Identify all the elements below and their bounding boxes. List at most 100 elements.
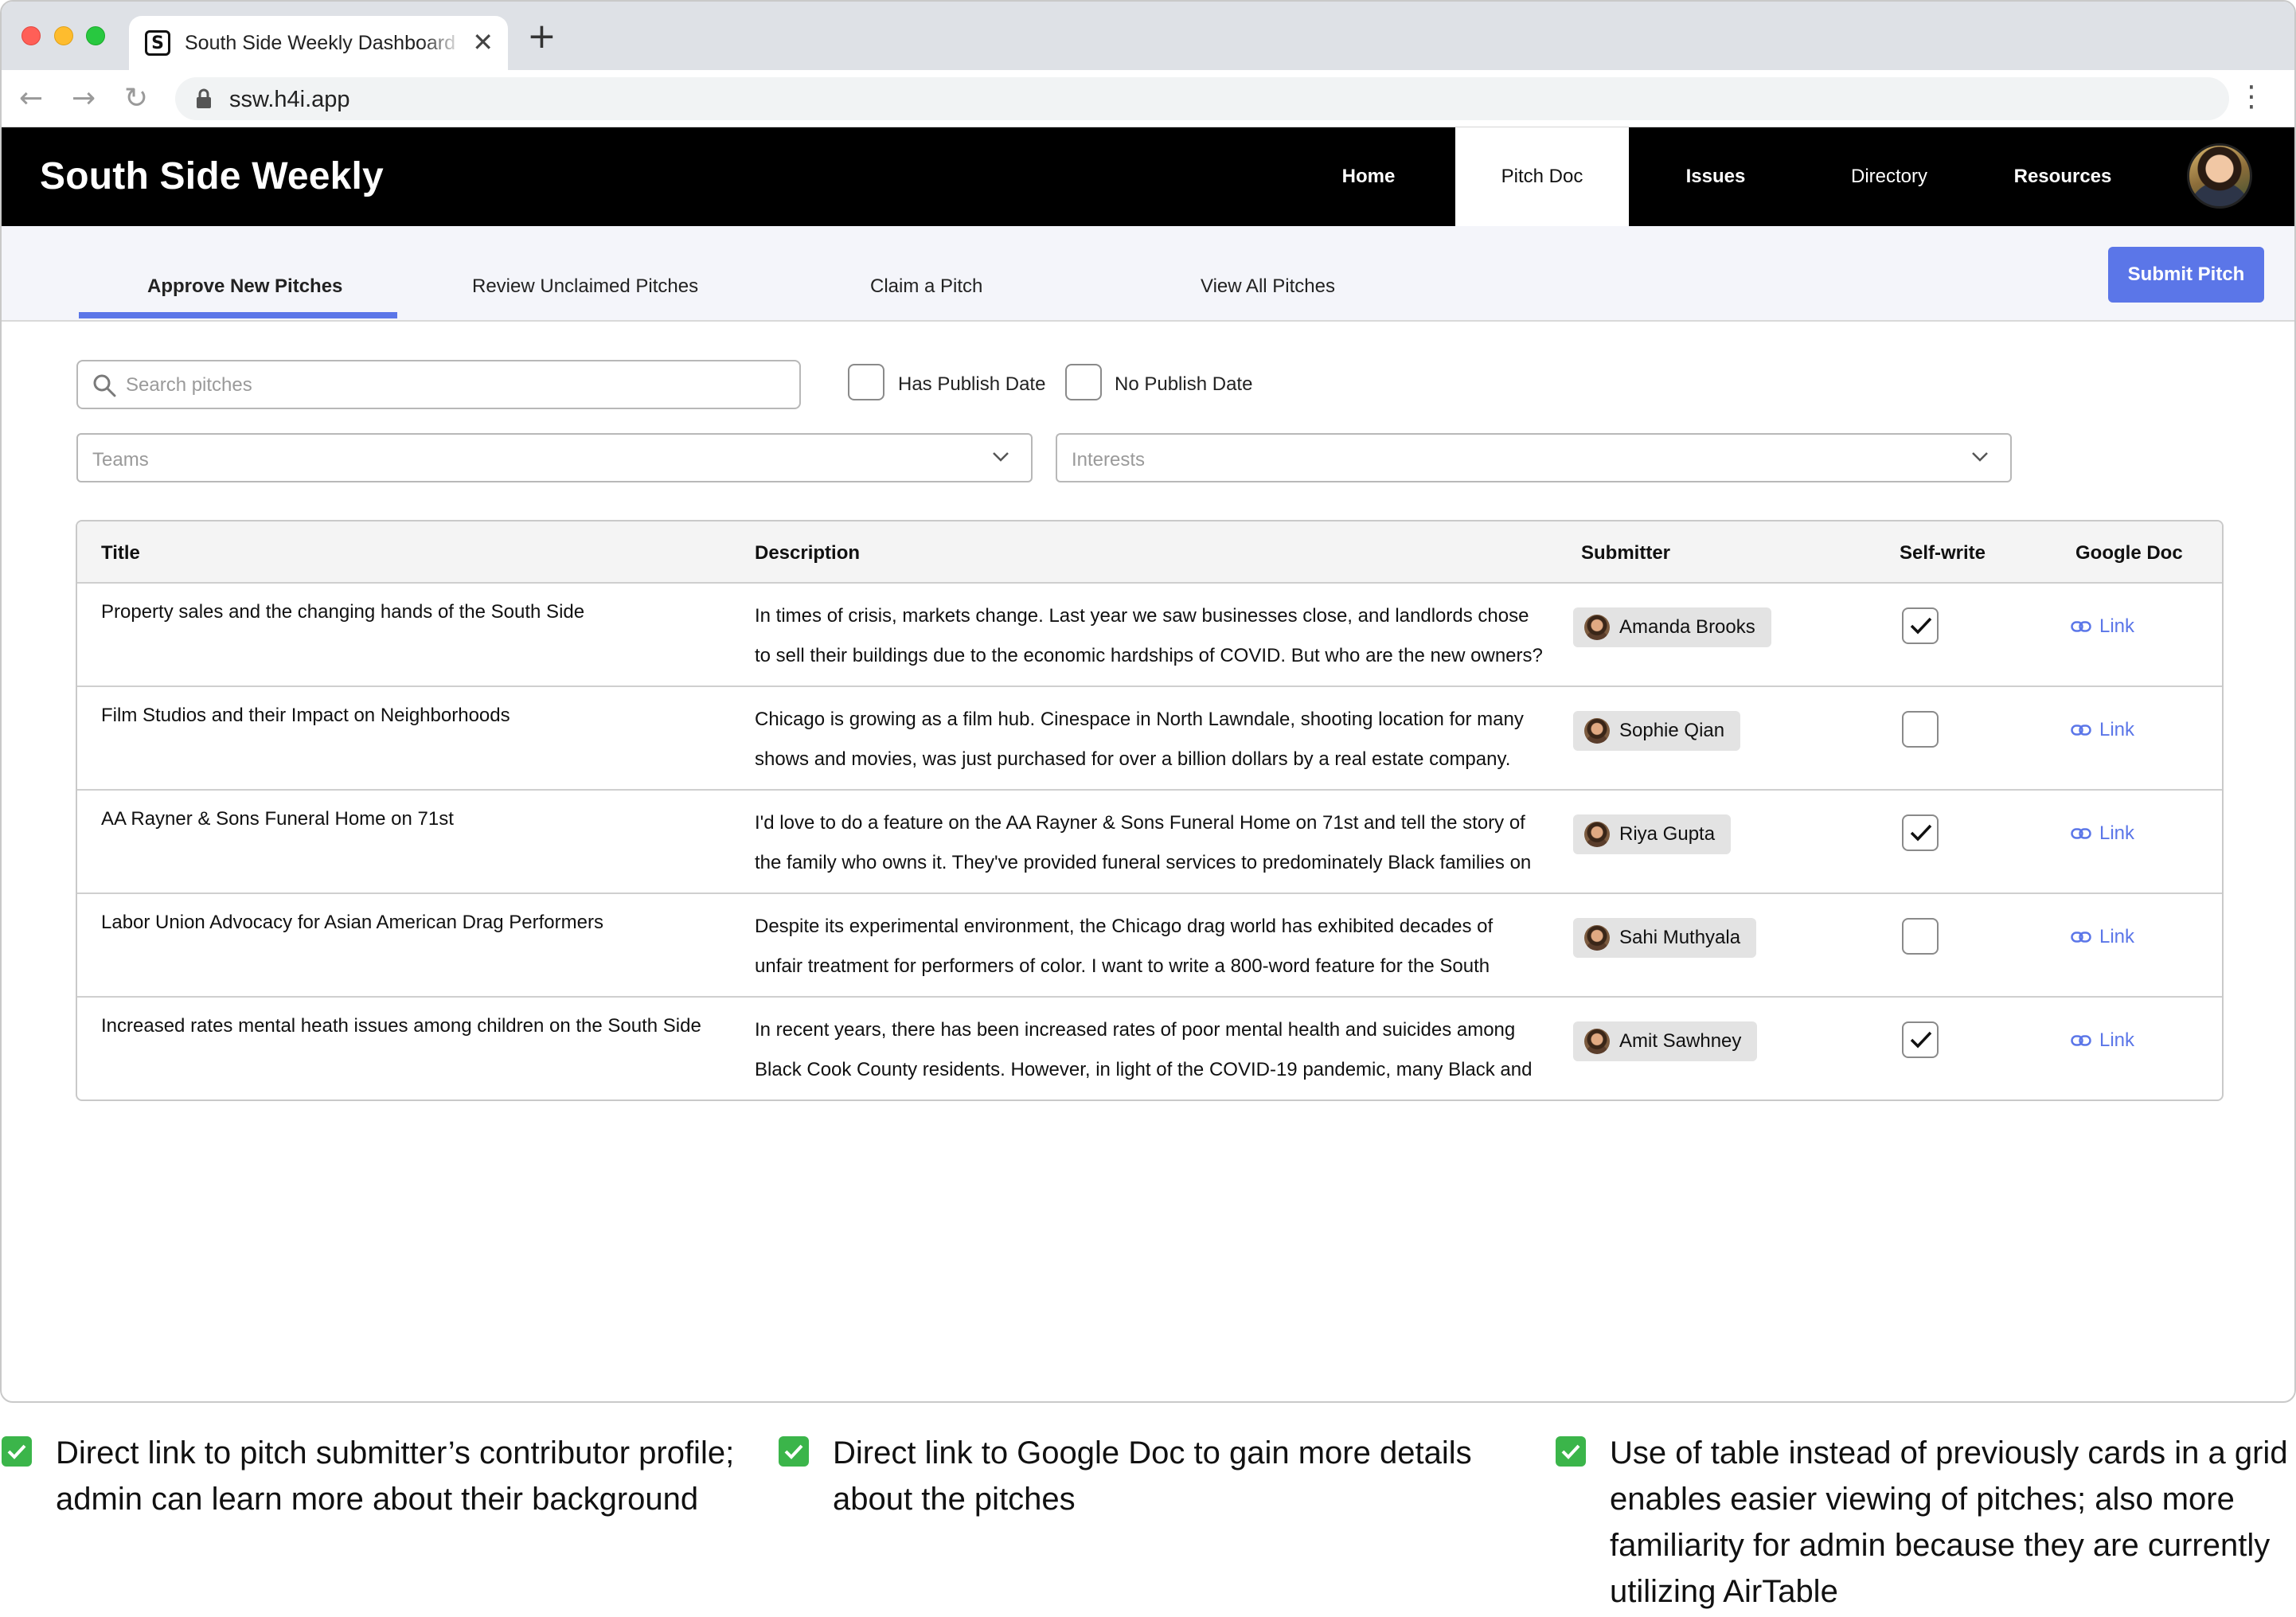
submitter-chip[interactable]: Riya Gupta [1573, 814, 1732, 854]
search-field[interactable] [76, 360, 801, 409]
annotation-note: Direct link to pitch submitter’s contrib… [2, 1430, 758, 1522]
chevron-down-icon [993, 452, 1009, 462]
self-write-checkbox[interactable] [1902, 918, 1939, 955]
nav-item-issues[interactable]: Issues [1629, 127, 1802, 226]
site-favicon-icon: S [145, 30, 170, 56]
table-row[interactable]: AA Rayner & Sons Funeral Home on 71st I'… [77, 791, 2222, 894]
browser-window: S South Side Weekly Dashboard ✕ + ← → ↻ … [0, 0, 2296, 1403]
table-row[interactable]: Increased rates mental heath issues amon… [77, 998, 2222, 1099]
teams-select[interactable]: Teams [76, 433, 1033, 482]
nav-item-pitch-doc[interactable]: Pitch Doc [1455, 127, 1629, 226]
column-header-description: Description [755, 542, 861, 564]
self-write-checkbox[interactable] [1902, 1021, 1939, 1058]
lock-icon [197, 88, 211, 108]
self-write-checkbox[interactable] [1902, 607, 1939, 644]
annotation-text: Use of table instead of previously cards… [1610, 1435, 2288, 1609]
google-doc-link[interactable]: Link [2071, 926, 2134, 948]
annotation-note: Direct link to Google Doc to gain more d… [779, 1430, 1495, 1522]
google-doc-link[interactable]: Link [2071, 719, 2134, 741]
avatar [1584, 1029, 1610, 1054]
nav-item-resources[interactable]: Resources [1976, 127, 2150, 226]
pitch-description: I'd love to do a feature on the AA Rayne… [755, 812, 1532, 873]
reload-icon[interactable]: ↻ [124, 83, 148, 115]
link-label: Link [2099, 926, 2135, 947]
url-field[interactable]: ssw.h4i.app [175, 77, 2229, 120]
minimize-window-button[interactable] [54, 26, 73, 45]
submitter-name: Sahi Muthyala [1619, 927, 1741, 948]
checkmark-icon [1910, 617, 1932, 635]
teams-placeholder: Teams [92, 449, 149, 471]
submitter-chip[interactable]: Sophie Qian [1573, 711, 1741, 751]
tab-claim-a-pitch[interactable]: Claim a Pitch [870, 275, 982, 298]
submit-pitch-button[interactable]: Submit Pitch [2108, 247, 2264, 303]
link-icon [2071, 828, 2091, 839]
search-icon [93, 374, 116, 397]
column-header-submitter: Submitter [1581, 542, 1671, 564]
back-arrow-icon[interactable]: ← [19, 83, 43, 115]
checkmark-icon [1910, 824, 1932, 842]
google-doc-link[interactable]: Link [2071, 1029, 2134, 1052]
app-header: South Side Weekly Home Pitch Doc Issues … [2, 127, 2294, 226]
browser-tabstrip: S South Side Weekly Dashboard ✕ + [2, 2, 2294, 70]
nav-item-label: Issues [1685, 166, 1746, 187]
pitch-title: AA Rayner & Sons Funeral Home on 71st [101, 808, 454, 830]
avatar [1584, 718, 1610, 744]
table-row[interactable]: Film Studios and their Impact on Neighbo… [77, 687, 2222, 791]
pitches-table: Title Description Submitter Self-write G… [76, 520, 2224, 1101]
self-write-checkbox[interactable] [1902, 814, 1939, 851]
interests-select[interactable]: Interests [1056, 433, 2012, 482]
self-write-checkbox[interactable] [1902, 711, 1939, 748]
submitter-chip[interactable]: Amit Sawhney [1573, 1021, 1758, 1061]
no-publish-date-label: No Publish Date [1115, 373, 1253, 395]
nav-item-directory[interactable]: Directory [1802, 127, 1976, 226]
checkmark-icon [1910, 1031, 1932, 1049]
table-row[interactable]: Labor Union Advocacy for Asian American … [77, 894, 2222, 998]
pitch-subnav: Approve New Pitches Review Unclaimed Pit… [2, 226, 2294, 322]
submitter-chip[interactable]: Amanda Brooks [1573, 607, 1771, 647]
browser-menu-icon[interactable]: ⋮ [2237, 81, 2266, 113]
submitter-name: Sophie Qian [1619, 720, 1725, 741]
close-window-button[interactable] [21, 26, 41, 45]
has-publish-date-checkbox[interactable] [848, 364, 884, 400]
close-tab-icon[interactable]: ✕ [472, 29, 494, 55]
url-text: ssw.h4i.app [229, 87, 350, 112]
no-publish-date-checkbox[interactable] [1065, 364, 1102, 400]
green-check-icon [1556, 1436, 1586, 1467]
nav-item-label: Home [1341, 166, 1396, 187]
annotation-note: Use of table instead of previously cards… [1556, 1430, 2288, 1615]
column-header-google-doc: Google Doc [2075, 542, 2183, 564]
nav-item-label: Directory [1850, 166, 1927, 187]
forward-arrow-icon[interactable]: → [72, 83, 96, 115]
new-tab-icon[interactable]: + [527, 19, 556, 54]
maximize-window-button[interactable] [86, 26, 105, 45]
table-row[interactable]: Property sales and the changing hands of… [77, 584, 2222, 687]
search-input[interactable] [126, 368, 779, 403]
column-header-title: Title [101, 542, 140, 564]
tab-review-unclaimed-pitches[interactable]: Review Unclaimed Pitches [472, 275, 698, 298]
tab-view-all-pitches[interactable]: View All Pitches [1201, 275, 1335, 298]
green-check-icon [779, 1436, 809, 1467]
link-icon [2071, 932, 2091, 943]
link-label: Link [2099, 822, 2135, 844]
user-avatar[interactable] [2187, 143, 2252, 209]
address-bar: ← → ↻ ssw.h4i.app ⋮ [2, 70, 2294, 127]
tab-approve-new-pitches[interactable]: Approve New Pitches [147, 275, 342, 298]
link-icon [2071, 621, 2091, 632]
submitter-name: Amanda Brooks [1619, 616, 1755, 638]
pitch-description: In times of crisis, markets change. Last… [755, 605, 1543, 666]
submitter-chip[interactable]: Sahi Muthyala [1573, 918, 1757, 958]
google-doc-link[interactable]: Link [2071, 615, 2134, 638]
nav-item-label: Resources [2013, 166, 2112, 187]
browser-tab[interactable]: S South Side Weekly Dashboard ✕ [129, 16, 508, 70]
interests-placeholder: Interests [1072, 449, 1146, 471]
link-icon [2071, 1035, 2091, 1046]
nav-item-home[interactable]: Home [1282, 127, 1455, 226]
pitch-title: Increased rates mental heath issues amon… [101, 1015, 701, 1037]
pitch-title: Property sales and the changing hands of… [101, 601, 585, 623]
top-nav: Home Pitch Doc Issues Directory Resource… [2, 127, 2294, 226]
avatar [1584, 925, 1610, 951]
table-header: Title Description Submitter Self-write G… [77, 521, 2222, 584]
annotation-text: Direct link to Google Doc to gain more d… [833, 1435, 1472, 1517]
annotation-text: Direct link to pitch submitter’s contrib… [56, 1435, 735, 1517]
google-doc-link[interactable]: Link [2071, 822, 2134, 845]
